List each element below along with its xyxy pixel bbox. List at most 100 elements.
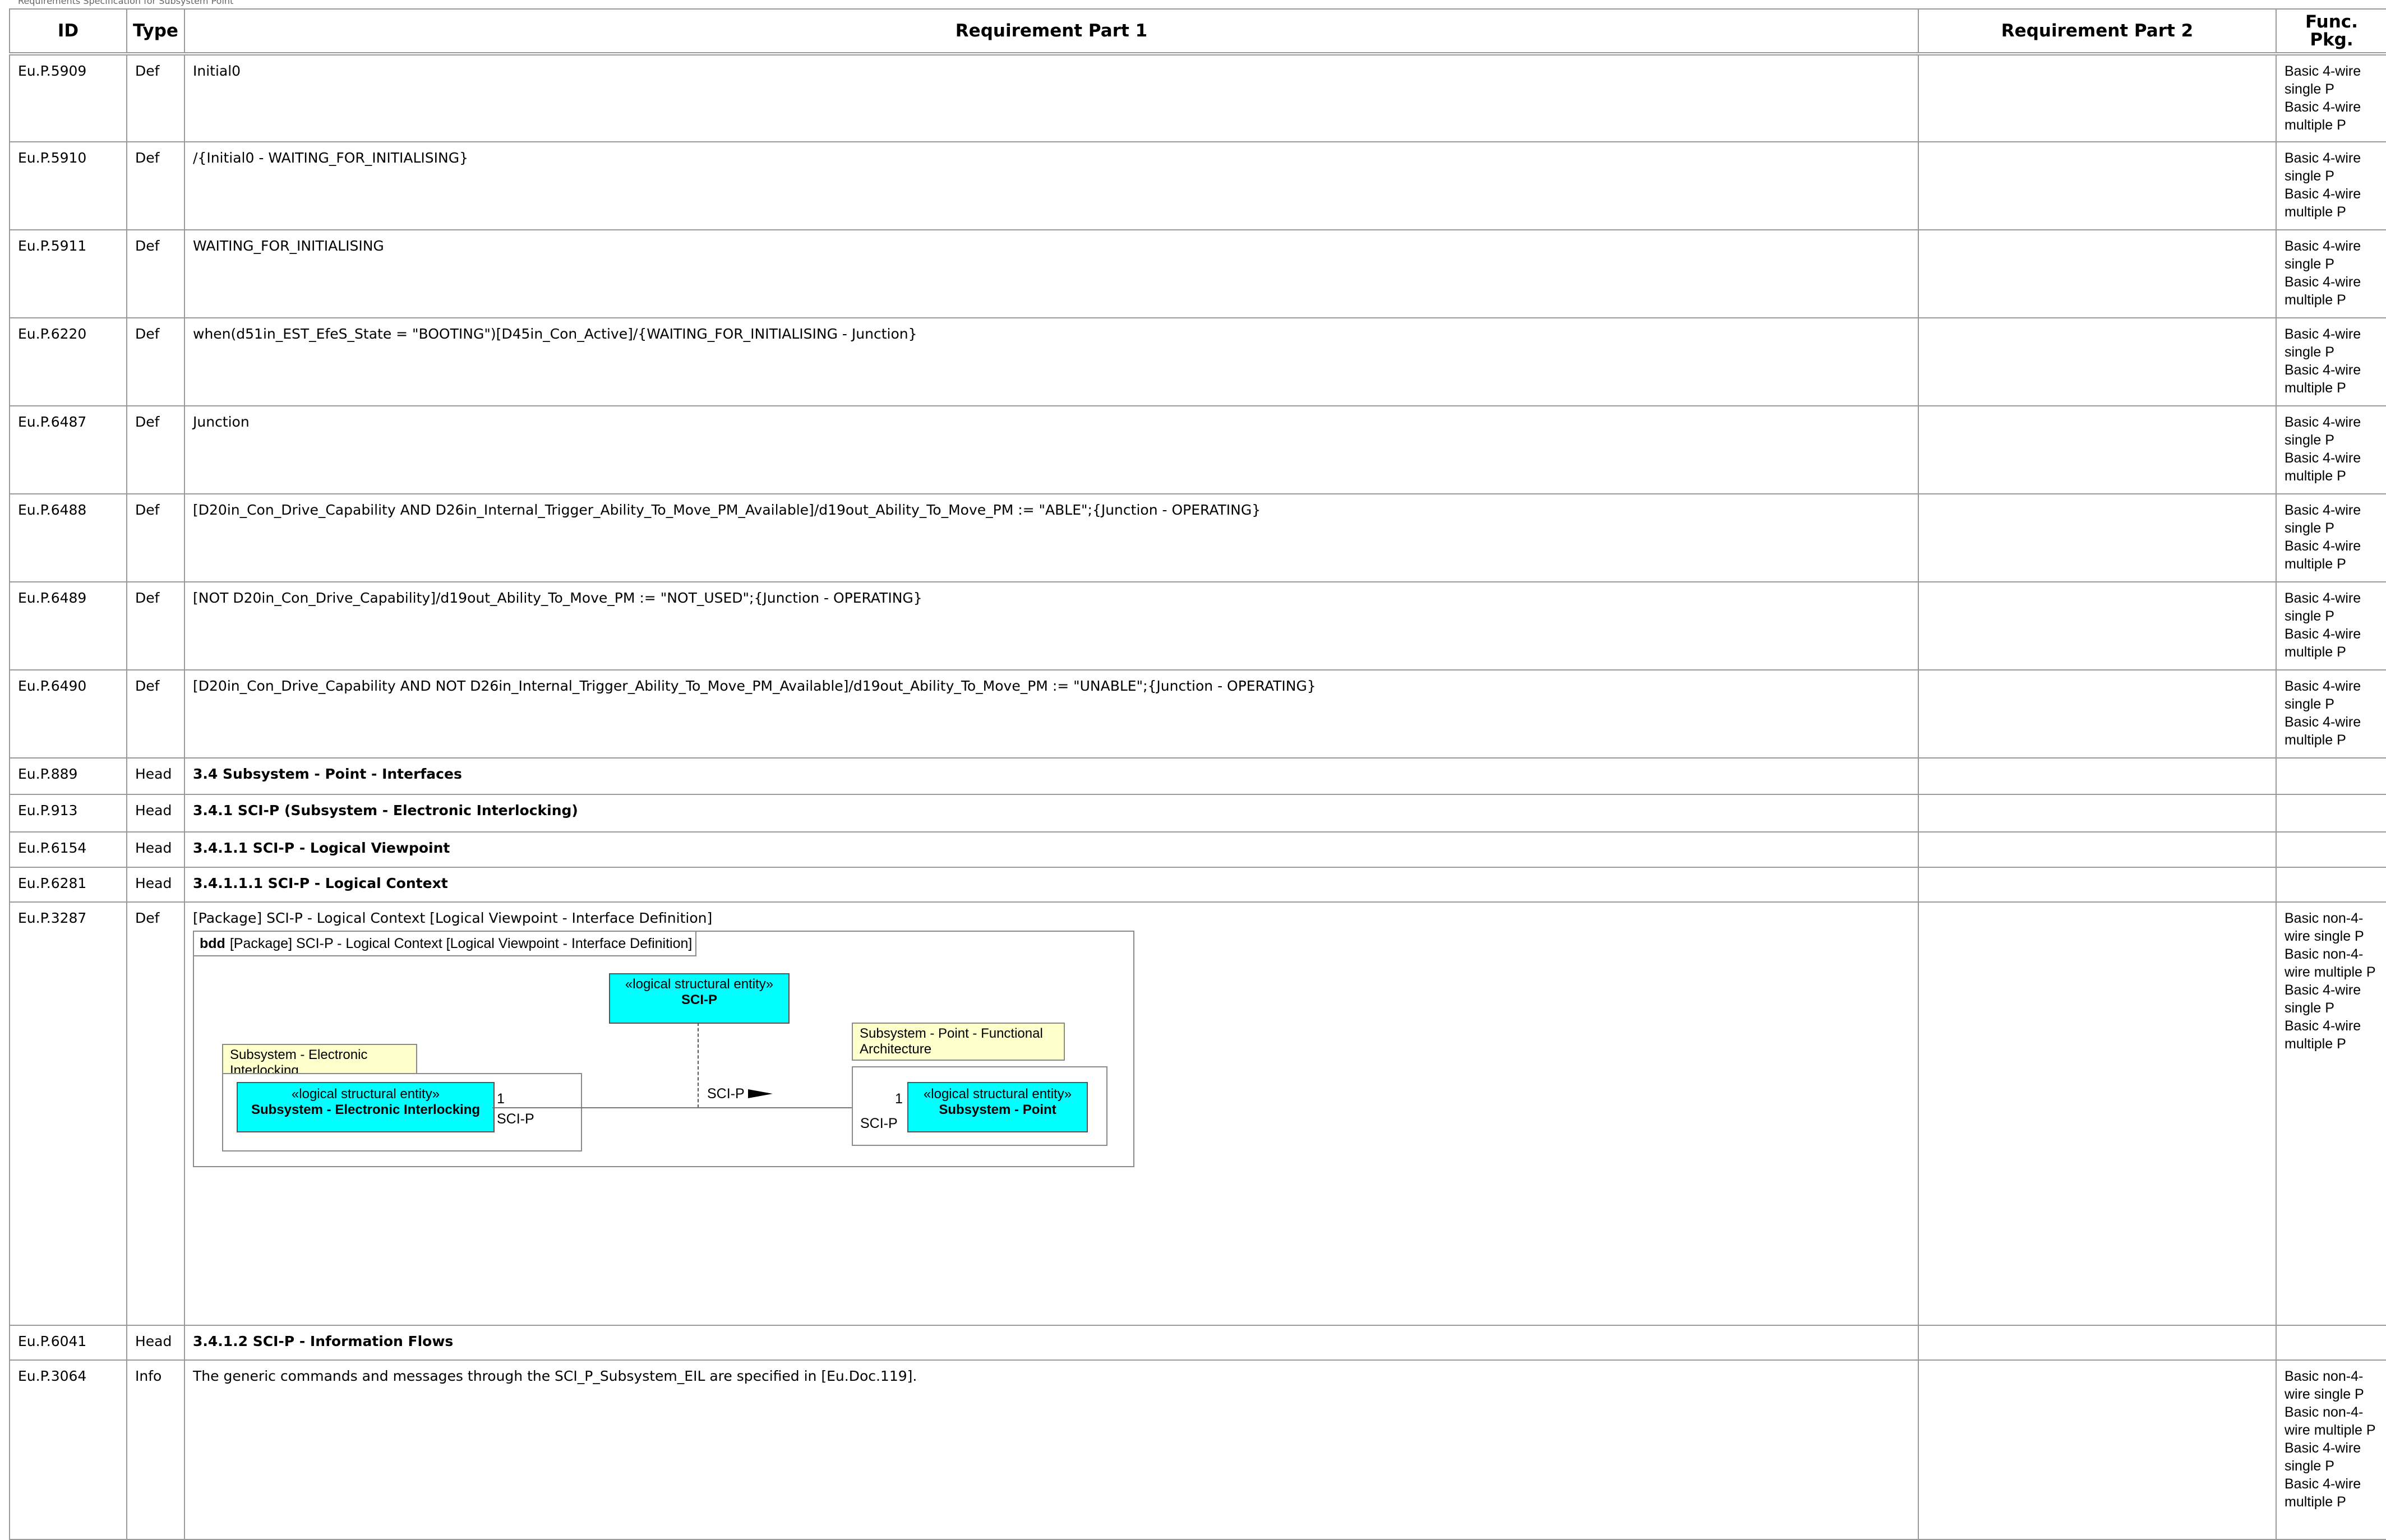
col-header-id: ID [9, 8, 127, 56]
req-func: Basic 4-wire single P Basic 4-wire multi… [2276, 405, 2386, 494]
req-func: Basic 4-wire single P Basic 4-wire multi… [2276, 669, 2386, 759]
bdd-diagram: bdd [Package] SCI-P - Logical Context [Lo… [193, 931, 1134, 1167]
req-id: Eu.P.3064 [9, 1359, 127, 1540]
diagram-kind: bdd [200, 936, 225, 951]
table-row: Eu.P.5911 Def WAITING_FOR_INITIALISING B… [9, 229, 2386, 318]
req-type: Head [126, 757, 185, 795]
table-row: Eu.P.3064 Info The generic commands and … [9, 1359, 2386, 1540]
req-func [2276, 867, 2386, 903]
section-heading: 3.4.1.2 SCI-P - Information Flows [184, 1325, 1919, 1361]
req-type: Def [126, 581, 185, 670]
req-text: Initial0 [184, 53, 1919, 142]
req-func: Basic 4-wire single P Basic 4-wire multi… [2276, 53, 2386, 142]
right-system-label: Subsystem - Point - Functional Architect… [852, 1023, 1065, 1061]
page-header: Requirements Specification for Subsystem… [18, 0, 234, 6]
table-row: Eu.P.6489 Def [NOT D20in_Con_Drive_Capab… [9, 581, 2386, 670]
req-text: /{Initial0 - WAITING_FOR_INITIALISING} [184, 141, 1919, 230]
left-role: SCI-P [497, 1111, 534, 1127]
entity-stereotype: «logical structural entity» [625, 977, 774, 992]
section-heading: 3.4 Subsystem - Point - Interfaces [184, 757, 1919, 795]
sci-p-entity: «logical structural entity» SCI-P [609, 973, 790, 1024]
req-type: Def [126, 669, 185, 759]
req-type: Info [126, 1359, 185, 1540]
req-type: Def [126, 901, 185, 1326]
req-part2 [1918, 229, 2277, 318]
section-heading: 3.4.1.1.1 SCI-P - Logical Context [184, 867, 1919, 903]
req-type: Head [126, 831, 185, 868]
col-header-type: Type [126, 8, 185, 56]
req-id: Eu.P.6489 [9, 581, 127, 670]
table-row: Eu.P.6154 Head 3.4.1.1 SCI-P - Logical V… [9, 831, 2386, 868]
req-part2 [1918, 1359, 2277, 1540]
req-id: Eu.P.6041 [9, 1325, 127, 1361]
table-row: Eu.P.6281 Head 3.4.1.1.1 SCI-P - Logical… [9, 867, 2386, 903]
req-type: Head [126, 1325, 185, 1361]
right-role: SCI-P [860, 1116, 898, 1131]
table-row: Eu.P.6041 Head 3.4.1.2 SCI-P - Informati… [9, 1325, 2386, 1361]
req-part2 [1918, 1325, 2277, 1361]
req-part2 [1918, 831, 2277, 868]
req-type: Def [126, 53, 185, 142]
table-row: Eu.P.6487 Def Junction Basic 4-wire sing… [9, 405, 2386, 494]
table-row: Eu.P.3287 Def [Package] SCI-P - Logical … [9, 901, 2386, 1326]
req-type: Head [126, 867, 185, 903]
table-header-row: ID Type Requirement Part 1 Requirement P… [9, 8, 2386, 56]
req-id: Eu.P.5911 [9, 229, 127, 318]
req-part2 [1918, 317, 2277, 406]
req-id: Eu.P.3287 [9, 901, 127, 1326]
req-id: Eu.P.6487 [9, 405, 127, 494]
req-part2 [1918, 581, 2277, 670]
req-func: Basic 4-wire single P Basic 4-wire multi… [2276, 317, 2386, 406]
req-part2 [1918, 757, 2277, 795]
req-part2 [1918, 141, 2277, 230]
req-func: Basic 4-wire single P Basic 4-wire multi… [2276, 229, 2386, 318]
req-type: Head [126, 794, 185, 833]
entity-stereotype: «logical structural entity» [923, 1086, 1072, 1102]
table-row: Eu.P.6490 Def [D20in_Con_Drive_Capabilit… [9, 669, 2386, 759]
left-entity: «logical structural entity» Subsystem - … [237, 1082, 495, 1132]
req-part2 [1918, 794, 2277, 833]
req-part2 [1918, 53, 2277, 142]
req-func [2276, 794, 2386, 833]
req-id: Eu.P.6281 [9, 867, 127, 903]
table-row: Eu.P.6488 Def [D20in_Con_Drive_Capabilit… [9, 493, 2386, 582]
req-type: Def [126, 405, 185, 494]
section-heading: 3.4.1.1 SCI-P - Logical Viewpoint [184, 831, 1919, 868]
req-id: Eu.P.6488 [9, 493, 127, 582]
req-text: [D20in_Con_Drive_Capability AND D26in_In… [184, 493, 1919, 582]
req-type: Def [126, 229, 185, 318]
req-text: when(d51in_EST_EfeS_State = "BOOTING")[D… [184, 317, 1919, 406]
req-part2 [1918, 405, 2277, 494]
req-type: Def [126, 493, 185, 582]
entity-name: SCI-P [681, 992, 717, 1007]
col-header-part2: Requirement Part 2 [1918, 8, 2277, 56]
association-line [492, 1107, 878, 1108]
diagram-title: bdd [Package] SCI-P - Logical Context [Lo… [194, 932, 697, 956]
req-id: Eu.P.889 [9, 757, 127, 795]
entity-stereotype: «logical structural entity» [291, 1086, 440, 1102]
req-text: Junction [184, 405, 1919, 494]
left-multiplicity: 1 [497, 1091, 505, 1107]
req-id: Eu.P.5909 [9, 53, 127, 142]
req-func: Basic 4-wire single P Basic 4-wire multi… [2276, 493, 2386, 582]
req-func [2276, 757, 2386, 795]
table-row: Eu.P.889 Head 3.4 Subsystem - Point - In… [9, 757, 2386, 795]
req-type: Def [126, 317, 185, 406]
entity-name: Subsystem - Point [939, 1102, 1056, 1117]
req-text: The generic commands and messages throug… [184, 1359, 1919, 1540]
table-row: Eu.P.913 Head 3.4.1 SCI-P (Subsystem - E… [9, 794, 2386, 833]
req-id: Eu.P.5910 [9, 141, 127, 230]
requirements-table: ID Type Requirement Part 1 Requirement P… [9, 8, 2386, 1540]
req-part2 [1918, 901, 2277, 1326]
col-header-part1: Requirement Part 1 [184, 8, 1919, 56]
req-func: Basic non-4-wire single P Basic non-4-wi… [2276, 901, 2386, 1326]
req-func: Basic 4-wire single P Basic 4-wire multi… [2276, 141, 2386, 230]
req-func: Basic non-4-wire single P Basic non-4-wi… [2276, 1359, 2386, 1540]
association-label: SCI-P [707, 1086, 745, 1102]
req-part2 [1918, 867, 2277, 903]
col-header-func: Func. Pkg. [2276, 8, 2386, 56]
req-func [2276, 831, 2386, 868]
req-id: Eu.P.913 [9, 794, 127, 833]
req-text-cell: [Package] SCI-P - Logical Context [Logic… [184, 901, 1919, 1326]
dependency-line [698, 1023, 699, 1108]
